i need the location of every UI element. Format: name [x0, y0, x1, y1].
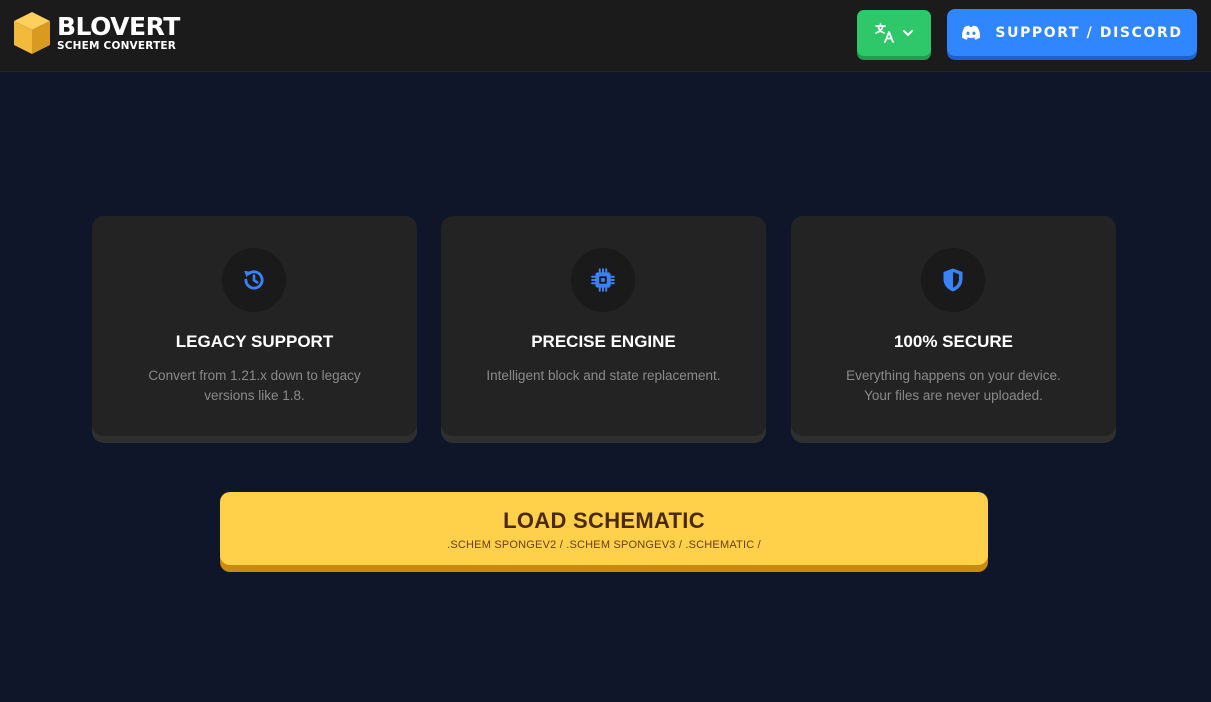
card-title: PRECISE ENGINE: [531, 332, 676, 351]
language-button[interactable]: [857, 10, 931, 56]
cube-icon: [14, 12, 50, 54]
history-icon: [244, 270, 264, 290]
supported-formats: .SCHEM SPONGEV2 / .SCHEM SPONGEV3 / .SCH…: [447, 539, 761, 551]
load-schematic-label: LOAD SCHEMATIC: [503, 508, 705, 533]
chevron-down-icon: [903, 30, 913, 36]
logo-subtitle: SCHEM CONVERTER: [57, 40, 177, 53]
logo-title: BLOVERT: [57, 12, 180, 42]
chip-icon: [591, 268, 615, 292]
card-icon-wrapper: [222, 248, 286, 312]
card-title: LEGACY SUPPORT: [175, 332, 334, 351]
card-icon-wrapper: [571, 248, 635, 312]
feature-card-secure: 100% SECURE Everything happens on your d…: [791, 216, 1116, 436]
support-discord-label: SUPPORT / DISCORD: [995, 24, 1183, 41]
logo[interactable]: BLOVERT SCHEM CONVERTER: [12, 10, 180, 56]
feature-card-precise-engine: PRECISE ENGINE Intelligent block and sta…: [441, 216, 766, 436]
top-bar: BLOVERT SCHEM CONVERTER SUPPORT / DISCOR…: [0, 0, 1211, 72]
card-icon-wrapper: [921, 248, 985, 312]
support-discord-button[interactable]: SUPPORT / DISCORD: [947, 9, 1197, 56]
discord-icon: [962, 25, 981, 40]
card-title: 100% SECURE: [893, 332, 1014, 351]
card-description: Intelligent block and state replacement.: [486, 368, 721, 383]
feature-card-legacy-support: LEGACY SUPPORT Convert from 1.21.x down …: [92, 216, 417, 436]
shield-icon: [943, 268, 963, 292]
translate-icon: [875, 23, 894, 43]
card-description: Everything happens on your device. Your …: [846, 368, 1061, 403]
card-description: Convert from 1.21.x down to legacy versi…: [148, 368, 361, 403]
load-schematic-button[interactable]: LOAD SCHEMATIC .SCHEM SPONGEV2 / .SCHEM …: [220, 492, 988, 565]
